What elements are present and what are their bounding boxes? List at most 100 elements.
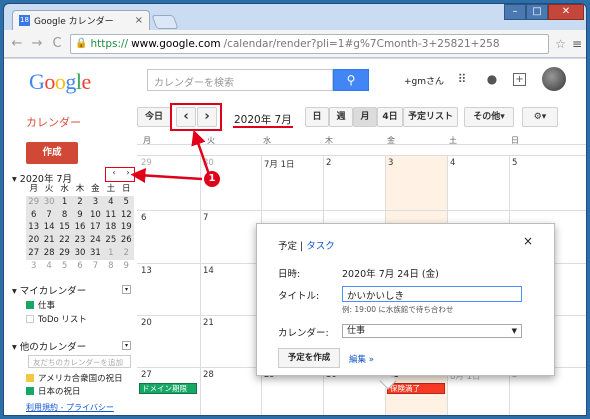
more-button[interactable]: その他▾ [464,107,514,127]
day-number[interactable]: 21 [203,318,214,328]
day-number[interactable]: 30 [203,158,214,168]
mini-day[interactable]: 1 [103,246,119,260]
day-number[interactable]: 20 [141,318,152,328]
mini-day[interactable]: 9 [119,260,134,273]
mini-day[interactable]: 22 [56,234,73,247]
search-button[interactable]: ⚲ [333,69,369,91]
calendar-event[interactable]: ドメイン期限 [139,383,197,394]
mini-day[interactable]: 2 [118,246,134,260]
google-logo[interactable]: Google [29,69,91,95]
mini-day[interactable]: 24 [87,234,104,247]
terms-link[interactable]: 利用規約 [26,403,58,412]
mini-day[interactable]: 12 [118,208,134,222]
mini-day[interactable]: 1 [56,195,73,209]
mini-day[interactable]: 13 [26,221,42,235]
mini-day[interactable]: 25 [103,234,119,247]
maximize-button[interactable]: □ [526,4,548,20]
search-input[interactable]: カレンダーを検索 [147,69,333,91]
calendar-item[interactable]: 日本の祝日 [26,385,81,397]
day-number[interactable]: 2 [326,158,331,168]
calendar-item[interactable]: ToDo リスト [26,313,87,325]
other-calendars-dropdown-icon[interactable]: ▾ [122,341,131,350]
mini-day[interactable]: 17 [87,221,104,235]
mini-day[interactable]: 8 [56,208,73,222]
view-day-button[interactable]: 日 [305,107,329,127]
other-calendars-header[interactable]: ▾ 他のカレンダー [12,339,86,353]
address-bar[interactable]: 🔒 https://www.google.com/calendar/render… [70,33,550,54]
calendar-item[interactable]: アメリカ合衆国の祝日 [26,372,123,384]
mini-day[interactable]: 26 [118,234,134,247]
calendar-select[interactable]: 仕事 ▼ [342,324,522,338]
create-event-button[interactable]: 予定を作成 [278,348,340,368]
back-arrow-icon[interactable]: ← [10,36,24,51]
mini-day[interactable]: 6 [26,208,42,222]
browser-tab[interactable]: 18 Google カレンダー × [12,10,150,30]
mini-day[interactable]: 14 [41,221,57,235]
mini-day[interactable]: 20 [26,234,42,247]
minimize-button[interactable]: – [504,4,526,20]
day-number[interactable]: 14 [203,266,214,276]
my-calendars-dropdown-icon[interactable]: ▾ [122,285,131,294]
close-icon[interactable]: × [523,234,533,248]
tab-event[interactable]: 予定 [278,241,297,252]
mini-day[interactable]: 28 [41,246,57,260]
close-window-button[interactable]: ✕ [548,4,584,20]
edit-details-link[interactable]: 編集 » [349,353,374,365]
user-name[interactable]: +gmさん [404,74,444,87]
view-4day-button[interactable]: 4日 [377,107,403,127]
mini-day[interactable]: 2 [72,195,88,209]
mini-day[interactable]: 5 [118,195,134,209]
mini-day[interactable]: 27 [26,246,42,260]
mini-day[interactable]: 31 [87,246,104,260]
mini-day[interactable]: 30 [72,246,88,260]
day-number[interactable]: 3 [388,158,393,168]
day-number[interactable]: 29 [141,158,152,168]
mini-day[interactable]: 15 [56,221,73,235]
view-week-button[interactable]: 週 [329,107,353,127]
mini-prev-icon[interactable]: ‹ [112,168,115,180]
day-number[interactable]: 28 [203,370,214,380]
mini-day[interactable]: 30 [41,195,57,209]
add-friend-calendar-input[interactable]: 友だちのカレンダーを追加 [28,355,131,368]
avatar[interactable] [542,67,566,91]
apps-grid-icon[interactable]: ⠿ [453,70,471,88]
day-number[interactable]: 5 [512,158,517,168]
mini-day[interactable]: 16 [72,221,88,235]
mini-day[interactable]: 29 [56,246,73,260]
mini-day[interactable]: 4 [41,260,56,273]
mini-day[interactable]: 3 [26,260,41,273]
bookmark-star-icon[interactable]: ☆ [555,37,566,51]
day-number[interactable]: 4 [450,158,455,168]
mini-day[interactable]: 23 [72,234,88,247]
forward-arrow-icon[interactable]: → [30,36,44,51]
mini-day[interactable]: 29 [26,195,42,209]
day-number[interactable]: 13 [141,266,152,276]
close-tab-icon[interactable]: × [135,15,143,26]
title-input[interactable]: かいかいしき [342,286,522,302]
share-plus-icon[interactable]: + [513,73,526,86]
today-button[interactable]: 今日 [137,107,171,127]
view-agenda-button[interactable]: 予定リスト [403,107,458,127]
mini-day[interactable]: 18 [103,221,119,235]
mini-next-icon[interactable]: › [126,168,129,180]
day-number[interactable]: 27 [141,370,152,380]
day-number[interactable]: 7月 1日 [264,158,295,170]
tab-task[interactable]: タスク [306,241,335,252]
notifications-bell-icon[interactable]: ● [483,70,501,88]
mini-day[interactable]: 7 [88,260,103,273]
reload-icon[interactable]: C [50,36,64,51]
prev-button[interactable]: ‹ [176,107,196,127]
create-button[interactable]: 作成 [26,142,78,164]
settings-button[interactable]: ⚙▾ [522,107,558,127]
next-button[interactable]: › [197,107,217,127]
mini-day[interactable]: 4 [103,195,119,209]
mini-day[interactable]: 7 [41,208,57,222]
day-number[interactable]: 7 [203,213,208,223]
view-month-button[interactable]: 月 [353,107,377,127]
mini-day[interactable]: 8 [103,260,118,273]
mini-day[interactable]: 21 [41,234,57,247]
calendar-event[interactable]: 保険満了 [387,383,445,394]
mini-day[interactable]: 9 [72,208,88,222]
mini-day[interactable]: 19 [118,221,134,235]
day-number[interactable]: 6 [141,213,146,223]
